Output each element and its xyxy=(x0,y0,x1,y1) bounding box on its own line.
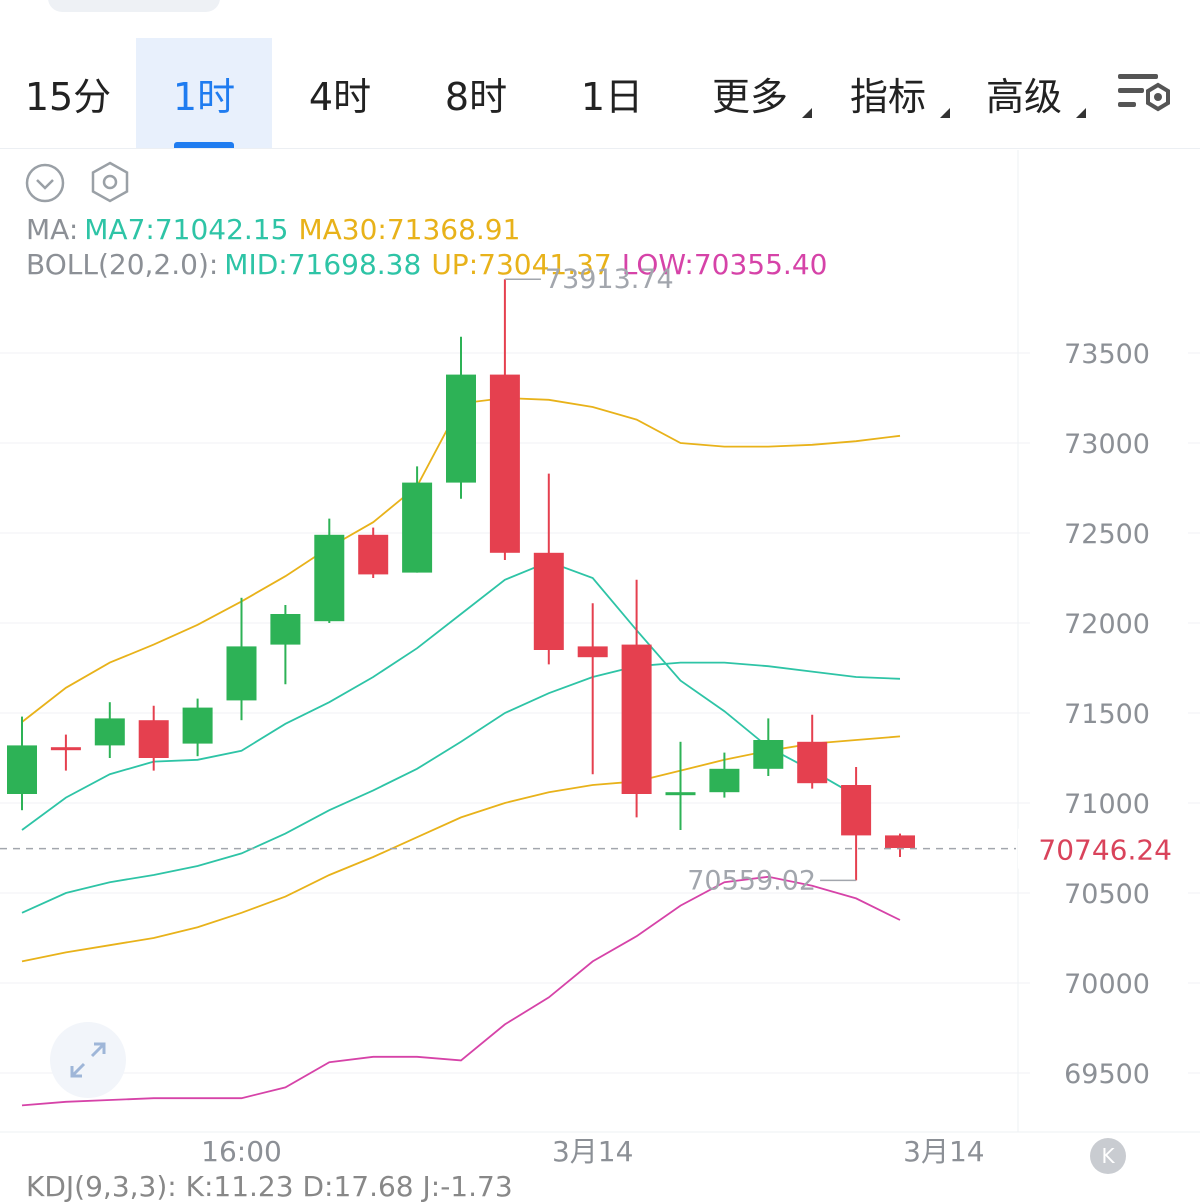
candle xyxy=(314,518,345,623)
annotations: 70746.24 73913.74 70559.02 xyxy=(0,264,1200,896)
candle xyxy=(446,336,476,499)
dropdown-triangle-icon xyxy=(1076,108,1086,118)
tabbar-divider xyxy=(0,148,1200,149)
candle xyxy=(50,734,81,771)
candle-body xyxy=(665,792,696,796)
y-tick-label: 73500 xyxy=(1064,339,1150,370)
dropdown-triangle-icon xyxy=(802,108,812,118)
candle xyxy=(885,833,915,857)
kline-k-icon: K xyxy=(1101,1144,1115,1168)
expand-chart-button[interactable] xyxy=(50,1022,126,1098)
tab-label: 更多 xyxy=(711,74,788,119)
y-tick-label: 71000 xyxy=(1064,789,1150,820)
candle xyxy=(577,603,608,775)
kdj-legend: KDJ(9,3,3): K:11.23 D:17.68 J:-1.73 xyxy=(26,1170,513,1203)
candle-body xyxy=(314,534,345,622)
candle xyxy=(665,741,696,830)
chart-grid xyxy=(0,150,1200,1133)
candle xyxy=(841,767,872,881)
candles xyxy=(7,279,915,881)
candle-body xyxy=(489,374,520,553)
tab-4h[interactable]: 4时 xyxy=(272,38,408,148)
candle-body xyxy=(138,720,169,758)
tab-1h[interactable]: 1时 xyxy=(136,38,272,148)
candle-body xyxy=(402,482,433,573)
candle xyxy=(402,466,433,573)
candle xyxy=(94,702,125,758)
tab-advanced[interactable]: 高级 xyxy=(964,38,1086,148)
candle-body xyxy=(182,707,213,744)
expand-arrows-icon xyxy=(70,1042,106,1078)
y-tick-label: 69500 xyxy=(1064,1059,1150,1090)
candle-body xyxy=(446,374,476,483)
candle-body xyxy=(7,745,37,794)
candle-body xyxy=(533,552,564,650)
low-price-label: 70559.02 xyxy=(687,865,816,896)
y-tick-label: 71500 xyxy=(1064,699,1150,730)
candle xyxy=(489,279,520,560)
top-stub xyxy=(48,0,220,12)
kline-toggle-button[interactable]: K xyxy=(1090,1138,1126,1174)
tab-1d[interactable]: 1日 xyxy=(544,38,680,148)
candle xyxy=(797,714,828,789)
current-price-label: 70746.24 xyxy=(1038,834,1172,867)
candle xyxy=(226,597,257,721)
candle xyxy=(709,752,740,798)
candle-body xyxy=(709,768,740,793)
tab-label: 1时 xyxy=(172,74,236,119)
candle-body xyxy=(226,646,257,701)
tab-15m[interactable]: 15分 xyxy=(0,38,136,148)
series-line-boll_low xyxy=(21,875,901,1107)
tab-label: 高级 xyxy=(985,74,1062,119)
candle xyxy=(621,579,652,818)
tab-label: 指标 xyxy=(849,74,926,119)
dropdown-triangle-icon xyxy=(940,108,950,118)
x-tick-label: 3月14 xyxy=(903,1135,984,1168)
candle-body xyxy=(50,747,81,751)
candle-body xyxy=(841,785,872,836)
candle-body xyxy=(885,835,915,848)
tab-label: 4时 xyxy=(308,74,372,119)
candle-body xyxy=(621,644,652,794)
candle xyxy=(753,718,784,776)
timeframe-tabbar: 15分 1时 4时 8时 1日 更多 指标 高级 xyxy=(0,38,1200,148)
y-tick-label: 70500 xyxy=(1064,879,1150,910)
high-price-label: 73913.74 xyxy=(545,264,674,295)
chart-settings-icon[interactable] xyxy=(1112,66,1176,122)
tab-label: 15分 xyxy=(24,74,112,119)
y-tick-label: 72500 xyxy=(1064,519,1150,550)
y-tick-label: 72000 xyxy=(1064,609,1150,640)
candlestick-chart[interactable]: 73500 73000 72500 72000 71500 71000 70500 70000… xyxy=(0,150,1200,1186)
x-tick-label: 16:00 xyxy=(201,1135,282,1168)
tab-label: 1日 xyxy=(580,74,644,119)
y-tick-label: 73000 xyxy=(1064,429,1150,460)
tab-label: 8时 xyxy=(444,74,508,119)
candle-body xyxy=(270,614,301,645)
candle xyxy=(270,605,301,685)
tab-more[interactable]: 更多 xyxy=(690,38,812,148)
candle-body xyxy=(358,534,389,575)
candle xyxy=(182,698,213,757)
candle xyxy=(7,716,37,811)
candle-body xyxy=(753,740,784,769)
tab-indicators[interactable]: 指标 xyxy=(828,38,950,148)
y-tick-label: 70000 xyxy=(1064,969,1150,1000)
y-axis: 73500 73000 72500 72000 71500 71000 70500 70000… xyxy=(1064,339,1150,1090)
tab-8h[interactable]: 8时 xyxy=(408,38,544,148)
x-axis: 16:00 3月14 3月14 xyxy=(201,1135,984,1168)
candle-body xyxy=(797,741,828,784)
candle-body xyxy=(94,718,125,746)
candle xyxy=(358,527,389,578)
x-tick-label: 3月14 xyxy=(552,1135,633,1168)
candle xyxy=(533,473,564,665)
candle-body xyxy=(577,646,608,658)
